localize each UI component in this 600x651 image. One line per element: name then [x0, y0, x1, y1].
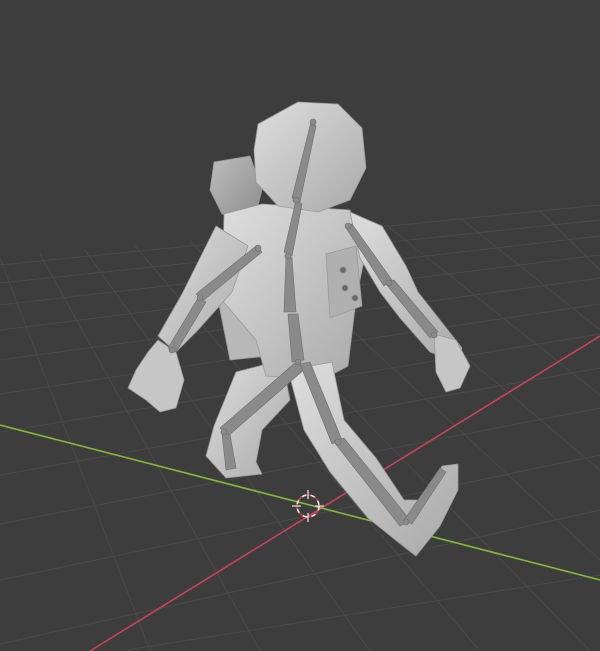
joint-hips[interactable]	[294, 358, 302, 366]
3d-viewport[interactable]	[0, 0, 600, 651]
joint-knee-left[interactable]	[220, 428, 228, 436]
joint-knee-right[interactable]	[334, 438, 342, 446]
joint-elbow-right[interactable]	[385, 279, 393, 287]
joint-hand-left[interactable]	[168, 346, 176, 354]
y-axis-line	[0, 424, 600, 581]
joint-shoulder-right[interactable]	[344, 222, 352, 230]
3d-cursor-icon[interactable]	[292, 490, 324, 522]
joint-shoulder-left[interactable]	[254, 244, 262, 252]
helmet-mesh	[253, 101, 367, 213]
joint-hand-right[interactable]	[430, 331, 438, 339]
chest-button-1	[339, 266, 347, 274]
joint-chest[interactable]	[284, 252, 292, 260]
chest-box-mesh	[325, 245, 363, 319]
joint-ankle-right[interactable]	[402, 518, 410, 526]
chest-button-3	[351, 294, 359, 302]
joint-neck[interactable]	[292, 196, 300, 204]
left-leg-mesh	[205, 359, 291, 479]
joint-head[interactable]	[309, 118, 317, 126]
viewport-canvas[interactable]	[0, 0, 600, 651]
chest-button-2	[341, 284, 349, 292]
right-hand-mesh	[433, 333, 471, 393]
joint-elbow-left[interactable]	[196, 294, 204, 302]
